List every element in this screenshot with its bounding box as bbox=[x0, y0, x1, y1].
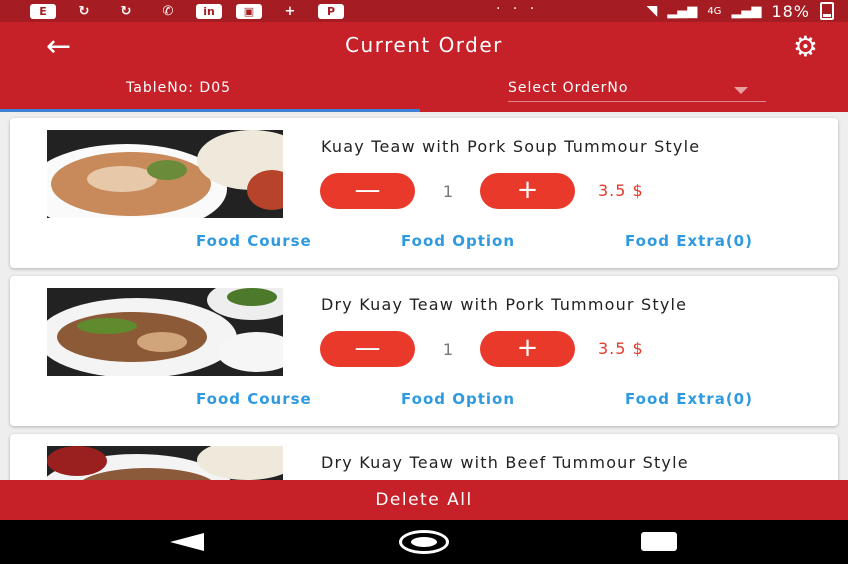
increase-quantity-button[interactable]: + bbox=[480, 173, 575, 209]
food-name: Dry Kuay Teaw with Beef Tummour Style bbox=[321, 453, 689, 472]
email-notification-icon: E bbox=[30, 3, 56, 19]
food-course-link[interactable]: Food Course bbox=[196, 390, 312, 408]
app-bar: ← Current Order ⚙ TableNo: D05 Select Or… bbox=[0, 22, 848, 112]
battery-icon bbox=[820, 2, 834, 20]
order-item-card: Dry Kuay Teaw with Pork Tummour Style — … bbox=[10, 276, 838, 426]
whatsapp-icon: ✆ bbox=[162, 3, 174, 19]
food-name: Dry Kuay Teaw with Pork Tummour Style bbox=[321, 295, 688, 314]
order-item-card: Kuay Teaw with Pork Soup Tummour Style —… bbox=[10, 118, 838, 268]
order-item-card: Dry Kuay Teaw with Beef Tummour Style bbox=[10, 434, 838, 480]
decrease-quantity-button[interactable]: — bbox=[320, 331, 415, 367]
system-nav-bar bbox=[0, 520, 848, 564]
food-extra-link[interactable]: Food Extra(0) bbox=[625, 390, 753, 408]
linkedin-icon: in bbox=[196, 3, 222, 19]
item-price: 3.5 $ bbox=[598, 181, 644, 200]
delete-all-button[interactable]: Delete All bbox=[0, 480, 848, 520]
nav-home-icon[interactable] bbox=[399, 530, 449, 554]
order-number-select[interactable]: Select OrderNo bbox=[508, 80, 766, 102]
nav-back-icon[interactable] bbox=[170, 533, 204, 551]
network-type: 4G bbox=[707, 5, 722, 17]
order-list[interactable]: Kuay Teaw with Pork Soup Tummour Style —… bbox=[0, 112, 848, 480]
food-option-link[interactable]: Food Option bbox=[401, 232, 515, 250]
status-bar: E ↻ ↻ ✆ in ▣ + P · · · ◥ ▂▄▆ 4G ▂▄▆ 18% bbox=[0, 0, 848, 22]
food-course-link[interactable]: Food Course bbox=[196, 232, 312, 250]
food-image bbox=[47, 288, 283, 376]
food-option-link[interactable]: Food Option bbox=[401, 390, 515, 408]
sync-icon: ↻ bbox=[78, 3, 90, 19]
page-title: Current Order bbox=[345, 33, 503, 57]
sync-icon: ↻ bbox=[120, 3, 132, 19]
increase-quantity-button[interactable]: + bbox=[480, 331, 575, 367]
battery-percent: 18% bbox=[771, 1, 810, 21]
app-notification-icon: ▣ bbox=[236, 3, 262, 19]
item-price: 3.5 $ bbox=[598, 339, 644, 358]
food-image bbox=[47, 446, 283, 480]
quantity-value: 1 bbox=[442, 182, 454, 201]
food-name: Kuay Teaw with Pork Soup Tummour Style bbox=[321, 137, 701, 156]
quantity-value: 1 bbox=[442, 340, 454, 359]
food-extra-link[interactable]: Food Extra(0) bbox=[625, 232, 753, 250]
food-image bbox=[47, 130, 283, 218]
settings-gear-icon[interactable]: ⚙ bbox=[793, 30, 818, 63]
wifi-icon: ◥ bbox=[646, 3, 658, 19]
more-notifications-icon: · · · bbox=[496, 1, 539, 17]
parking-icon: P bbox=[318, 3, 344, 19]
signal-icon: ▂▄▆ bbox=[667, 3, 698, 19]
table-number-tab[interactable]: TableNo: D05 bbox=[126, 80, 231, 96]
add-contact-icon: + bbox=[284, 3, 296, 19]
order-select-label: Select OrderNo bbox=[508, 80, 629, 96]
decrease-quantity-button[interactable]: — bbox=[320, 173, 415, 209]
nav-recent-apps-icon[interactable] bbox=[641, 532, 677, 551]
dropdown-caret-icon bbox=[734, 87, 748, 94]
signal-icon: ▂▄▆ bbox=[731, 3, 762, 19]
